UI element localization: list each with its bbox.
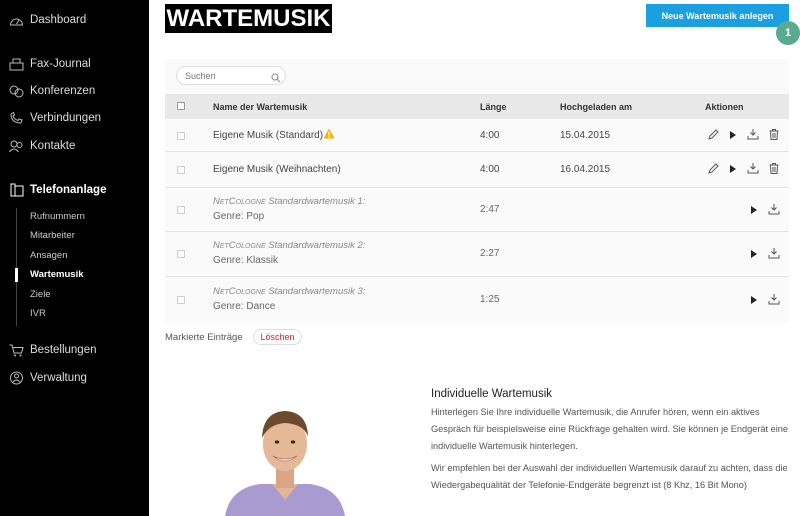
download-icon[interactable] [747, 129, 759, 140]
sidebar-item-verwaltung[interactable]: Verwaltung [8, 371, 87, 385]
sidebar-item-telefonanlage[interactable]: Telefonanlage [8, 183, 106, 197]
sidebar-item-bestellungen[interactable]: Bestellungen [8, 343, 97, 357]
download-icon[interactable] [768, 294, 780, 305]
music-genre: Genre: Klassik [213, 255, 279, 266]
column-header-actions: Aktionen [705, 102, 744, 112]
upload-date: 15.04.2015 [560, 130, 611, 141]
play-icon[interactable] [750, 295, 758, 305]
submenu-rail [16, 208, 17, 326]
new-hold-music-button[interactable]: Neue Wartemusik anlegen [646, 4, 789, 27]
row-checkbox[interactable] [177, 250, 185, 258]
music-genre: Genre: Pop [213, 211, 265, 222]
trash-icon[interactable] [769, 129, 779, 140]
table-row[interactable]: Eigene Musik (Weihnachten) 4:00 16.04.20… [165, 152, 789, 188]
row-actions [750, 294, 780, 305]
marked-entries-label: Markierte Einträge [165, 332, 243, 343]
hold-music-panel: Suchen Name der Wartemusik Länge Hochgel… [165, 59, 789, 323]
info-paragraph-1: Hinterlegen Sie Ihre individuelle Wartem… [431, 407, 788, 451]
music-title: NetCologne Standardwartemusik 1: [213, 196, 366, 207]
row-actions [708, 163, 779, 174]
row-actions [708, 129, 779, 140]
sidebar-subitem-rufnummern[interactable]: Rufnummern [30, 211, 85, 222]
sidebar-item-dashboard[interactable]: Dashboard [8, 13, 86, 27]
row-checkbox[interactable] [177, 296, 185, 304]
row-actions [750, 204, 780, 215]
column-header-uploaded: Hochgeladen am [560, 102, 633, 112]
sidebar-item-label: Fax-Journal [30, 58, 91, 70]
row-checkbox[interactable] [177, 166, 185, 174]
delete-button[interactable]: Löschen [253, 329, 302, 345]
play-icon[interactable] [750, 249, 758, 259]
table-row[interactable]: NetCologne Standardwartemusik 1: Genre: … [165, 188, 789, 232]
sidebar-item-kontakte[interactable]: Kontakte [8, 139, 75, 153]
music-name: Eigene Musik (Standard) [213, 130, 324, 141]
music-length: 2:27 [480, 248, 500, 259]
info-title: Individuelle Wartemusik [431, 388, 553, 400]
telephone-system-icon [8, 183, 24, 197]
play-icon[interactable] [729, 164, 737, 174]
sidebar-item-label: Verwaltung [30, 372, 87, 384]
music-title: NetCologne Standardwartemusik 2: [213, 240, 366, 251]
music-genre: Genre: Dance [213, 301, 276, 312]
dashboard-icon [8, 13, 24, 27]
sidebar-item-fax-journal[interactable]: Fax-Journal [8, 57, 91, 71]
phone-icon [8, 111, 24, 125]
trash-icon[interactable] [769, 163, 779, 174]
music-title: NetCologne Standardwartemusik 3: [213, 286, 366, 297]
sidebar-item-label: Telefonanlage [30, 184, 107, 196]
contacts-icon [8, 139, 24, 153]
help-badge[interactable]: 1 [776, 21, 800, 45]
sidebar-item-verbindungen[interactable]: Verbindungen [8, 111, 101, 125]
table-row[interactable]: NetCologne Standardwartemusik 3: Genre: … [165, 277, 789, 323]
conference-icon [8, 84, 24, 98]
download-icon[interactable] [768, 248, 780, 259]
download-icon[interactable] [768, 204, 780, 215]
fax-icon [8, 57, 24, 71]
sidebar-subitem-ivr[interactable]: IVR [30, 308, 46, 319]
upload-date: 16.04.2015 [560, 164, 611, 175]
admin-icon [8, 371, 24, 385]
music-length: 4:00 [480, 130, 500, 141]
select-all-checkbox[interactable] [177, 102, 185, 110]
sidebar-subitem-wartemusik[interactable]: Wartemusik [30, 269, 84, 280]
row-checkbox[interactable] [177, 206, 185, 214]
music-length: 1:25 [480, 294, 500, 305]
edit-icon[interactable] [708, 129, 719, 140]
table-row[interactable]: Eigene Musik (Standard) 4:00 15.04.2015 [165, 119, 789, 152]
sidebar-item-label: Verbindungen [30, 112, 101, 124]
music-length: 4:00 [480, 164, 500, 175]
sidebar-item-label: Konferenzen [30, 85, 96, 97]
sidebar: Dashboard Fax-Journal Konferenzen Verbin… [0, 0, 149, 516]
sidebar-subitem-ziele[interactable]: Ziele [30, 289, 51, 300]
play-icon[interactable] [729, 130, 737, 140]
edit-icon[interactable] [708, 163, 719, 174]
music-length: 2:47 [480, 204, 500, 215]
column-header-name: Name der Wartemusik [213, 102, 308, 112]
play-icon[interactable] [750, 205, 758, 215]
info-paragraph-2: Wir empfehlen bei der Auswahl der indivi… [431, 463, 788, 490]
person-photo [225, 408, 345, 516]
sidebar-item-konferenzen[interactable]: Konferenzen [8, 84, 95, 98]
table-row[interactable]: NetCologne Standardwartemusik 2: Genre: … [165, 232, 789, 277]
sidebar-item-label: Kontakte [30, 140, 76, 152]
sidebar-subitem-ansagen[interactable]: Ansagen [30, 250, 68, 261]
music-name: Eigene Musik (Weihnachten) [213, 164, 341, 175]
page-title-logo: WARTEMUSIK [165, 4, 332, 33]
sidebar-item-label: Dashboard [30, 14, 87, 26]
cart-icon [8, 343, 24, 357]
table-header: Name der Wartemusik Länge Hochgeladen am… [165, 94, 789, 119]
row-checkbox[interactable] [177, 132, 185, 140]
search-icon[interactable] [271, 70, 281, 88]
sidebar-item-label: Bestellungen [30, 344, 97, 356]
download-icon[interactable] [747, 163, 759, 174]
search-input[interactable]: Suchen [176, 66, 286, 85]
sidebar-subitem-mitarbeiter[interactable]: Mitarbeiter [30, 230, 75, 241]
submenu-active-indicator [15, 268, 18, 282]
column-header-length: Länge [480, 102, 507, 112]
row-actions [750, 248, 780, 259]
warning-icon [323, 128, 335, 142]
